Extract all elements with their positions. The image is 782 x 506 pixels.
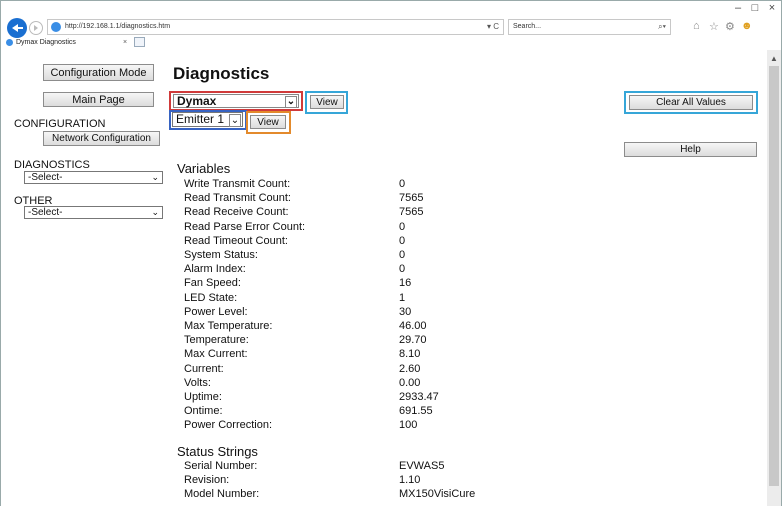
- variable-label: Read Transmit Count:: [184, 192, 291, 204]
- page-title: Diagnostics: [173, 64, 270, 83]
- clear-all-values-button[interactable]: Clear All Values: [629, 95, 753, 110]
- new-tab-icon[interactable]: [134, 37, 145, 47]
- ie-tab-icon: [6, 39, 13, 46]
- chevron-down-icon: ⌄: [285, 96, 297, 108]
- chevron-down-icon: ⌄: [151, 207, 159, 217]
- variable-label: Read Timeout Count:: [184, 235, 288, 247]
- status-label: Revision:: [184, 474, 230, 486]
- close-window-button[interactable]: ×: [765, 2, 779, 14]
- variable-label: Read Receive Count:: [184, 206, 289, 218]
- variable-value: 30: [399, 306, 412, 318]
- variable-label: System Status:: [184, 249, 258, 261]
- emitter-select[interactable]: Emitter 1 ⌄: [172, 112, 243, 127]
- help-button[interactable]: Help: [624, 142, 757, 157]
- diagnostics-select-value: -Select-: [28, 172, 63, 183]
- address-bar[interactable]: http://192.168.1.1/diagnostics.htm ▾ C: [47, 19, 504, 35]
- search-input[interactable]: Search... ⌕▾: [508, 19, 671, 35]
- variable-value: 7565: [399, 192, 424, 204]
- gear-icon[interactable]: ⚙: [725, 20, 735, 34]
- vertical-scrollbar[interactable]: ▲: [767, 50, 781, 506]
- variable-value: 29.70: [399, 334, 427, 346]
- home-icon[interactable]: ⌂: [693, 20, 700, 34]
- variable-value: 100: [399, 419, 418, 431]
- status-label: Serial Number:: [184, 460, 258, 472]
- device-select[interactable]: Dymax ⌄: [173, 94, 299, 108]
- status-value: MX150VisiCure: [399, 488, 476, 500]
- variable-value: 8.10: [399, 348, 421, 360]
- diagnostics-select[interactable]: -Select- ⌄: [24, 171, 163, 184]
- scrollbar-thumb[interactable]: [769, 66, 779, 486]
- search-placeholder: Search...: [513, 23, 542, 30]
- maximize-button[interactable]: □: [748, 2, 762, 14]
- variable-value: 2.60: [399, 363, 421, 375]
- configuration-heading: CONFIGURATION: [14, 118, 106, 130]
- ie-page-icon: [51, 22, 61, 32]
- minimize-button[interactable]: –: [731, 2, 745, 14]
- variable-value: 0.00: [399, 377, 421, 389]
- star-icon[interactable]: ☆: [709, 20, 719, 34]
- other-select-value: -Select-: [28, 207, 63, 218]
- diagnostics-heading: DIAGNOSTICS: [14, 159, 90, 171]
- variable-label: Max Temperature:: [184, 320, 273, 332]
- status-strings-heading: Status Strings: [177, 444, 258, 459]
- variable-value: 0: [399, 249, 406, 261]
- variable-label: Alarm Index:: [184, 263, 246, 275]
- device-select-value: Dymax: [177, 94, 217, 108]
- status-value: 1.10: [399, 474, 421, 486]
- variable-label: Power Level:: [184, 306, 248, 318]
- variable-value: 16: [399, 277, 412, 289]
- refresh-icon[interactable]: ▾ C: [487, 20, 499, 34]
- address-url: http://192.168.1.1/diagnostics.htm: [65, 23, 171, 30]
- variable-value: 0: [399, 235, 406, 247]
- chevron-down-icon: ⌄: [151, 172, 159, 182]
- variable-label: Power Correction:: [184, 419, 273, 431]
- variable-value: 0: [399, 221, 406, 233]
- variable-value: 1: [399, 292, 406, 304]
- scroll-up-icon[interactable]: ▲: [770, 54, 778, 63]
- smiley-icon[interactable]: ☻: [741, 20, 753, 34]
- variable-value: 46.00: [399, 320, 427, 332]
- variable-label: Fan Speed:: [184, 277, 241, 289]
- status-value: EVWAS5: [399, 460, 445, 472]
- variable-label: Ontime:: [184, 405, 223, 417]
- view-button[interactable]: View: [310, 95, 344, 109]
- variable-label: Read Parse Error Count:: [184, 221, 306, 233]
- back-arrow-icon[interactable]: [7, 18, 27, 38]
- network-configuration-button[interactable]: Network Configuration: [43, 131, 160, 146]
- variable-value: 7565: [399, 206, 424, 218]
- tab-close-icon[interactable]: ×: [123, 36, 127, 49]
- variable-label: Max Current:: [184, 348, 248, 360]
- variable-value: 2933.47: [399, 391, 439, 403]
- chevron-down-icon: ⌄: [229, 114, 241, 127]
- other-select[interactable]: -Select- ⌄: [24, 206, 163, 219]
- variables-heading: Variables: [177, 161, 231, 176]
- variable-label: Write Transmit Count:: [184, 178, 291, 190]
- view-emitter-button[interactable]: View: [250, 115, 286, 129]
- browser-tab[interactable]: Dymax Diagnostics ×: [3, 36, 143, 49]
- page-content: [1, 50, 767, 506]
- variable-label: Temperature:: [184, 334, 249, 346]
- tab-title: Dymax Diagnostics: [16, 39, 76, 46]
- variable-label: Current:: [184, 363, 224, 375]
- configuration-mode-button[interactable]: Configuration Mode: [43, 64, 154, 81]
- search-icon[interactable]: ⌕▾: [658, 20, 666, 34]
- variable-label: Volts:: [184, 377, 211, 389]
- variable-label: Uptime:: [184, 391, 222, 403]
- variable-label: LED State:: [184, 292, 238, 304]
- variable-value: 0: [399, 263, 406, 275]
- main-page-button[interactable]: Main Page: [43, 92, 154, 107]
- forward-arrow-icon[interactable]: [29, 21, 43, 35]
- variable-value: 0: [399, 178, 406, 190]
- status-label: Model Number:: [184, 488, 260, 500]
- variable-value: 691.55: [399, 405, 433, 417]
- emitter-select-value: Emitter 1: [176, 112, 225, 126]
